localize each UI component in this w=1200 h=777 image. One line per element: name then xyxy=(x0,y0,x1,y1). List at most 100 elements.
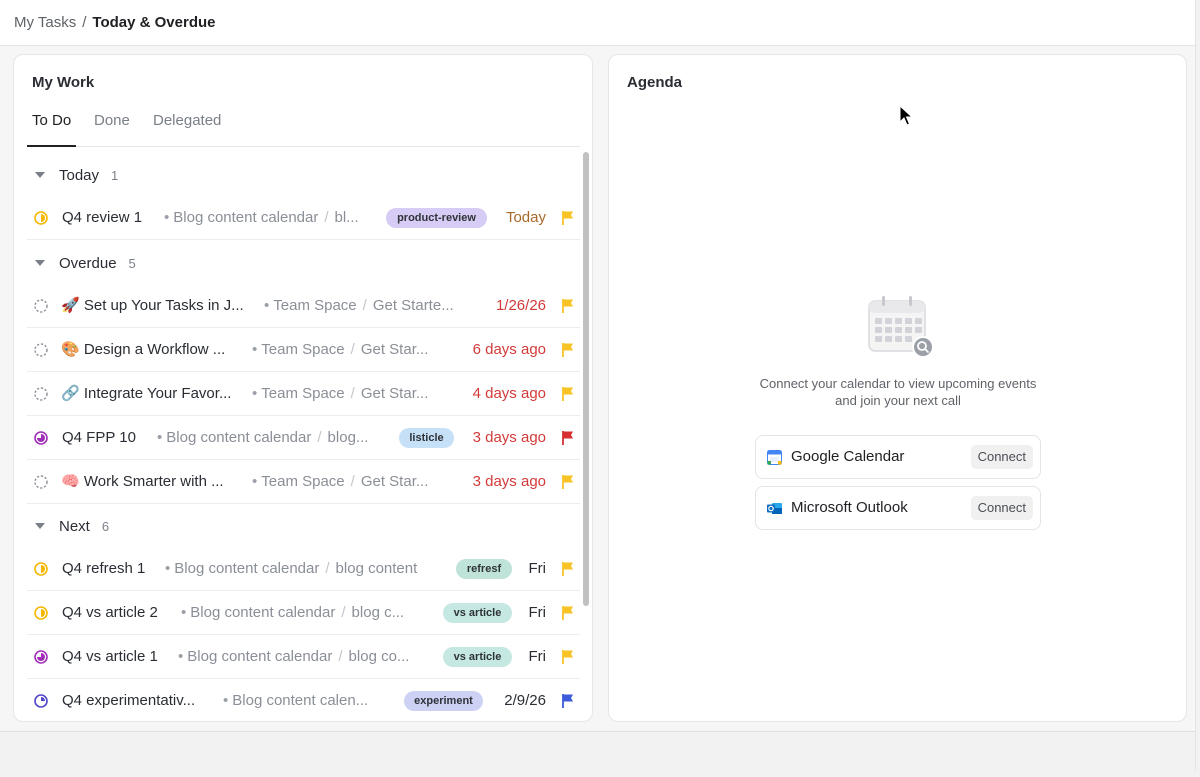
task-row[interactable]: 🎨 Design a Workflow ... • Team Space / Get … xyxy=(27,328,580,372)
my-work-card: My Work To Do Done Delegated Today 1 Q4 … xyxy=(13,54,593,722)
group-header-today[interactable]: Today 1 xyxy=(27,160,580,190)
three-quarter-circle-purple-icon[interactable] xyxy=(34,650,48,664)
outlook-icon xyxy=(767,503,782,514)
agenda-empty-message: Connect your calendar to view upcoming e… xyxy=(759,376,1037,408)
flag-icon[interactable] xyxy=(561,605,575,621)
breadcrumb-current: Today & Overdue xyxy=(92,14,216,31)
task-row[interactable]: Q4 FPP 10 • Blog content calendar / blog...… xyxy=(27,416,580,460)
google-calendar-row[interactable]: Google Calendar Connect xyxy=(755,435,1041,479)
half-circle-yellow-icon[interactable] xyxy=(34,562,48,576)
task-location: • Blog content calendar / blog c... xyxy=(181,604,405,621)
group-count: 1 xyxy=(111,167,119,183)
header-bar: My Tasks / Today & Overdue xyxy=(0,0,1196,46)
task-location: • Team Space / Get Starte... xyxy=(264,297,454,314)
flag-icon[interactable] xyxy=(561,649,575,665)
caret-down-icon[interactable] xyxy=(35,523,45,529)
task-row[interactable]: 🔗 Integrate Your Favor... • Team Space / Ge… xyxy=(27,372,580,416)
microsoft-outlook-row[interactable]: Microsoft Outlook Connect xyxy=(755,486,1041,530)
scrollbar[interactable] xyxy=(581,148,591,721)
half-circle-yellow-icon[interactable] xyxy=(34,606,48,620)
provider-name: Microsoft Outlook xyxy=(791,499,908,516)
flag-icon[interactable] xyxy=(561,561,575,577)
connect-google-button[interactable]: Connect xyxy=(970,445,1033,469)
task-row[interactable]: Q4 review 1 • Blog content calendar / bl...… xyxy=(27,196,580,240)
due-date[interactable]: 1/26/26 xyxy=(467,284,546,328)
tag-vs-article[interactable]: vs article xyxy=(443,647,512,667)
task-location: • Blog content calendar / bl... xyxy=(164,209,359,226)
task-name[interactable]: 🔗 Integrate Your Favor... xyxy=(61,372,231,416)
task-name[interactable]: Q4 vs article 2 xyxy=(62,591,158,635)
task-location: • Blog content calendar / blog co... xyxy=(178,648,410,665)
dashed-circle-icon[interactable] xyxy=(34,475,48,489)
half-circle-yellow-icon[interactable] xyxy=(34,211,48,225)
due-date[interactable]: 3 days ago xyxy=(447,460,546,504)
tag-vs-article[interactable]: vs article xyxy=(443,603,512,623)
tab-to-do[interactable]: To Do xyxy=(27,112,77,147)
due-date[interactable]: 4 days ago xyxy=(447,372,546,416)
mouse-cursor-icon xyxy=(899,105,913,126)
task-list: Today 1 Q4 review 1 • Blog content calend… xyxy=(27,148,580,721)
tag-refresf[interactable]: refresf xyxy=(456,559,512,579)
task-name[interactable]: Q4 FPP 10 xyxy=(62,416,136,460)
tag-experiment[interactable]: experiment xyxy=(404,691,483,711)
task-location: • Team Space / Get Star... xyxy=(252,385,429,402)
main-area: My Work To Do Done Delegated Today 1 Q4 … xyxy=(0,46,1196,731)
group-header-next[interactable]: Next 6 xyxy=(27,511,580,541)
task-row[interactable]: 🧠 Work Smarter with ... • Team Space / Get … xyxy=(27,460,580,504)
task-location: • Blog content calendar / blog content xyxy=(165,560,418,577)
task-location: • Blog content calendar / blog... xyxy=(157,429,369,446)
caret-down-icon[interactable] xyxy=(35,260,45,266)
connect-outlook-button[interactable]: Connect xyxy=(970,496,1033,520)
task-name[interactable]: Q4 refresh 1 xyxy=(62,547,145,591)
scrollbar-thumb[interactable] xyxy=(583,152,589,606)
task-row[interactable]: Q4 experimentativ... • Blog content calen… xyxy=(27,679,580,721)
flag-icon[interactable] xyxy=(561,386,575,402)
task-name[interactable]: 🧠 Work Smarter with ... xyxy=(61,460,224,504)
due-date[interactable]: Today xyxy=(493,196,546,240)
due-date[interactable]: Fri xyxy=(513,591,547,635)
due-date[interactable]: 6 days ago xyxy=(447,328,546,372)
breadcrumb-parent[interactable]: My Tasks xyxy=(14,14,76,31)
tab-done[interactable]: Done xyxy=(89,112,135,146)
tag-listicle[interactable]: listicle xyxy=(399,428,454,448)
due-date[interactable]: Fri xyxy=(513,547,547,591)
dashed-circle-icon[interactable] xyxy=(34,387,48,401)
flag-icon[interactable] xyxy=(561,298,575,314)
dashed-circle-icon[interactable] xyxy=(34,299,48,313)
group-name: Next xyxy=(59,517,90,535)
group-header-overdue[interactable]: Overdue 5 xyxy=(27,248,580,278)
provider-name: Google Calendar xyxy=(791,448,905,465)
flag-icon[interactable] xyxy=(561,210,575,226)
agenda-card: Agenda Connect your calendar to view upc… xyxy=(608,54,1187,722)
caret-down-icon[interactable] xyxy=(35,172,45,178)
flag-icon[interactable] xyxy=(561,430,575,446)
task-name[interactable]: 🎨 Design a Workflow ... xyxy=(61,328,225,372)
tag-product-review[interactable]: product-review xyxy=(386,208,487,228)
task-row[interactable]: 🚀 Set up Your Tasks in J... • Team Space /… xyxy=(27,284,580,328)
group-name: Overdue xyxy=(59,254,117,272)
due-date[interactable]: Fri xyxy=(513,635,547,679)
task-row[interactable]: Q4 vs article 2 • Blog content calendar / b… xyxy=(27,591,580,635)
task-name[interactable]: Q4 experimentativ... xyxy=(62,679,195,721)
quarter-circle-blue-icon[interactable] xyxy=(34,694,48,708)
task-location: • Blog content calen... xyxy=(223,692,369,709)
tab-delegated[interactable]: Delegated xyxy=(148,112,226,146)
task-row[interactable]: Q4 refresh 1 • Blog content calendar / blog… xyxy=(27,547,580,591)
task-name[interactable]: 🚀 Set up Your Tasks in J... xyxy=(61,284,244,328)
breadcrumb-separator: / xyxy=(82,14,87,31)
flag-icon[interactable] xyxy=(561,474,575,490)
calendar-search-icon xyxy=(868,296,934,358)
google-calendar-icon xyxy=(767,450,782,465)
due-date[interactable]: 3 days ago xyxy=(447,416,546,460)
dashed-circle-icon[interactable] xyxy=(34,343,48,357)
due-date[interactable]: 2/9/26 xyxy=(493,679,546,721)
three-quarter-circle-purple-icon[interactable] xyxy=(34,431,48,445)
task-name[interactable]: Q4 review 1 xyxy=(62,196,142,240)
flag-icon[interactable] xyxy=(561,693,575,709)
task-row[interactable]: Q4 vs article 1 • Blog content calendar / b… xyxy=(27,635,580,679)
task-location: • Team Space / Get Star... xyxy=(252,341,429,358)
flag-icon[interactable] xyxy=(561,342,575,358)
agenda-title: Agenda xyxy=(627,74,683,91)
group-name: Today xyxy=(59,166,100,184)
task-name[interactable]: Q4 vs article 1 xyxy=(62,635,158,679)
